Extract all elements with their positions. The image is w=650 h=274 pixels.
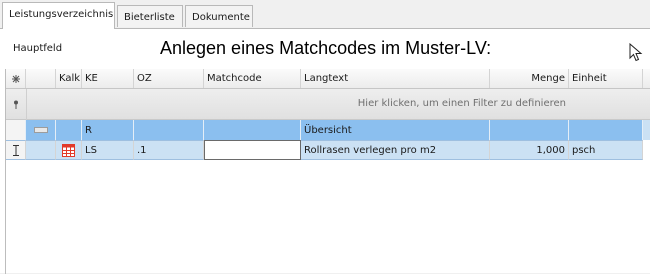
page-title: Anlegen eines Matchcodes im Muster-LV: <box>160 38 492 58</box>
table-row[interactable]: LS .1 Rollrasen verlegen pro m2 1,000 ps… <box>6 140 650 160</box>
cell-ke[interactable]: R <box>82 120 134 140</box>
collapse-icon <box>33 127 48 133</box>
calculation-table-icon[interactable] <box>56 140 82 160</box>
text-cursor-icon <box>6 140 26 160</box>
column-header-kalk[interactable]: Kalk <box>56 69 82 88</box>
matchcode-input[interactable] <box>204 140 301 160</box>
filter-pin-icon <box>6 89 27 120</box>
cell-einheit[interactable]: psch <box>569 140 643 160</box>
tab-bieterliste[interactable]: Bieterliste <box>117 5 183 27</box>
filter-row[interactable]: Hier klicken, um einen Filter zu definie… <box>6 89 650 120</box>
cell-menge[interactable]: 1,000 <box>490 140 569 160</box>
cell-einheit[interactable] <box>569 120 643 140</box>
cell-kalk <box>56 120 82 140</box>
grid-header-row: Kalk KE OZ Matchcode Langtext Menge Einh… <box>6 69 650 89</box>
tab-dokumente[interactable]: Dokumente <box>185 5 253 27</box>
column-header-einheit[interactable]: Einheit <box>569 69 643 88</box>
column-header-langtext[interactable]: Langtext <box>301 69 490 88</box>
collapse-toggle[interactable] <box>26 120 56 140</box>
group-row[interactable]: R Übersicht <box>6 120 650 140</box>
cell-oz[interactable]: .1 <box>134 140 204 160</box>
cell-langtext[interactable]: Übersicht <box>301 120 490 140</box>
cell-menge[interactable] <box>490 120 569 140</box>
lv-panel: Hauptfeld Anlegen eines Matchcodes im Mu… <box>0 28 650 274</box>
lv-grid: Kalk KE OZ Matchcode Langtext Menge Einh… <box>5 69 650 274</box>
tab-leistungsverzeichnis[interactable]: Leistungsverzeichnis <box>2 2 115 29</box>
filter-hint[interactable]: Hier klicken, um einen Filter zu definie… <box>358 98 566 109</box>
mouse-pointer-icon <box>629 43 643 62</box>
column-select[interactable] <box>26 69 56 88</box>
cell-oz[interactable] <box>134 120 204 140</box>
column-header-ke[interactable]: KE <box>82 69 134 88</box>
cell-ke[interactable]: LS <box>82 140 134 160</box>
column-chooser-icon[interactable] <box>6 69 26 88</box>
hauptfeld-label: Hauptfeld <box>13 43 63 54</box>
tab-strip: Leistungsverzeichnis Bieterliste Dokumen… <box>0 0 650 29</box>
column-header-matchcode[interactable]: Matchcode <box>204 69 301 88</box>
row-indicator <box>6 120 26 140</box>
column-header-oz[interactable]: OZ <box>134 69 204 88</box>
cell-langtext[interactable]: Rollrasen verlegen pro m2 <box>301 140 490 160</box>
cell-select[interactable] <box>26 140 56 160</box>
column-header-menge[interactable]: Menge <box>490 69 569 88</box>
cell-matchcode[interactable] <box>204 120 301 140</box>
